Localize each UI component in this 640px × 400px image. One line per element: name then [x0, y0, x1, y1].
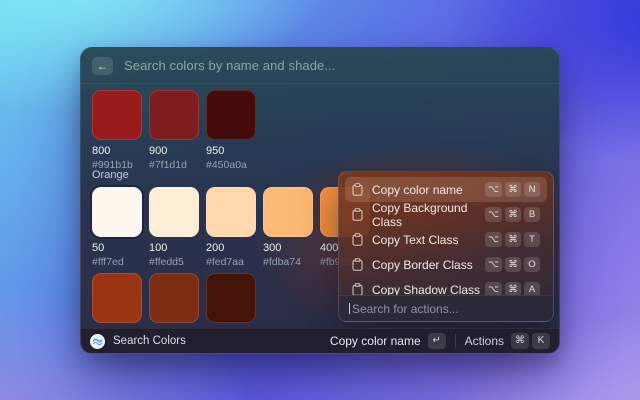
letter-key: B — [524, 207, 540, 222]
footer-divider — [455, 334, 456, 348]
shade-label: 200 — [206, 242, 256, 254]
letter-key: N — [524, 182, 540, 197]
hex-label: #fdba74 — [263, 256, 313, 268]
window-footer: Search Colors Copy color name ↵ Actions … — [81, 328, 559, 353]
menu-item-copy-text-class[interactable]: Copy Text Class ⌥ ⌘ T — [345, 227, 547, 252]
shade-label: 50 — [92, 242, 142, 254]
command-key: ⌘ — [505, 207, 521, 222]
color-swatch-orange-300[interactable] — [263, 187, 313, 237]
option-key: ⌥ — [485, 232, 502, 247]
hex-label: #ffedd5 — [149, 256, 199, 268]
menu-item-label: Copy Border Class — [372, 258, 473, 272]
shade-label: 900 — [149, 145, 199, 157]
return-key-icon: ↵ — [428, 333, 446, 349]
search-input[interactable]: Search colors by name and shade... — [124, 58, 336, 73]
command-key: ⌘ — [505, 232, 521, 247]
actions-search-input[interactable]: Search for actions... — [352, 302, 459, 316]
shade-label: 300 — [263, 242, 313, 254]
footer-actions: Copy color name ↵ Actions ⌘ K — [330, 333, 550, 349]
color-swatch-cell — [149, 273, 199, 323]
shortcut-keys: ⌥ ⌘ T — [485, 232, 540, 247]
color-swatch-cell: 100 #ffedd5 — [149, 187, 199, 268]
search-colors-window: ← Search colors by name and shade... 800… — [80, 47, 560, 354]
menu-item-label: Copy Text Class — [372, 233, 458, 247]
extension-identity: Search Colors — [90, 334, 186, 349]
shortcut-keys: ⌥ ⌘ O — [485, 257, 540, 272]
color-swatch-orange-900[interactable] — [149, 273, 199, 323]
k-key: K — [532, 333, 550, 349]
menu-item-copy-background-class[interactable]: Copy Background Class ⌥ ⌘ B — [345, 202, 547, 227]
search-header: ← Search colors by name and shade... — [81, 48, 559, 84]
color-swatch-red-800[interactable] — [92, 90, 142, 140]
color-swatch-cell: 900 #7f1d1d — [149, 90, 199, 171]
color-swatch-red-900[interactable] — [149, 90, 199, 140]
color-swatch-orange-800[interactable] — [92, 273, 142, 323]
color-swatch-orange-200[interactable] — [206, 187, 256, 237]
red-shades-row: 800 #991b1b 900 #7f1d1d 950 #450a0a — [92, 90, 263, 171]
hex-label: #7f1d1d — [149, 159, 199, 171]
actions-search-bar: Search for actions... — [339, 295, 553, 321]
color-swatch-cell — [206, 273, 256, 323]
app-name-label: Search Colors — [113, 335, 186, 347]
clipboard-icon — [352, 258, 363, 271]
clipboard-icon — [352, 233, 363, 246]
option-key: ⌥ — [485, 257, 502, 272]
actions-button[interactable]: Actions — [465, 334, 504, 348]
color-swatch-orange-100[interactable] — [149, 187, 199, 237]
letter-key: O — [524, 257, 540, 272]
shortcut-keys: ⌥ ⌘ N — [485, 182, 540, 197]
command-key: ⌘ — [505, 182, 521, 197]
color-swatch-orange-50-selected[interactable] — [92, 187, 142, 237]
color-swatch-cell — [92, 273, 142, 323]
clipboard-icon — [352, 183, 363, 196]
option-key: ⌥ — [485, 182, 502, 197]
color-swatch-orange-950[interactable] — [206, 273, 256, 323]
shade-label: 100 — [149, 242, 199, 254]
hex-label: #fff7ed — [92, 256, 142, 268]
hex-label: #450a0a — [206, 159, 256, 171]
actions-menu: Copy color name ⌥ ⌘ N Copy Background Cl… — [338, 171, 554, 322]
command-key: ⌘ — [511, 333, 529, 349]
color-swatch-red-950[interactable] — [206, 90, 256, 140]
color-swatch-cell: 50 #fff7ed — [92, 187, 142, 268]
clipboard-icon — [352, 208, 363, 221]
search-colors-logo-icon — [90, 334, 105, 349]
color-swatch-cell: 300 #fdba74 — [263, 187, 313, 268]
text-caret — [349, 303, 350, 314]
menu-item-label: Copy color name — [372, 183, 463, 197]
back-button[interactable]: ← — [92, 57, 113, 75]
back-arrow-icon: ← — [97, 59, 109, 73]
actions-shortcut: ⌘ K — [511, 333, 550, 349]
option-key: ⌥ — [485, 207, 502, 222]
color-swatch-cell: 200 #fed7aa — [206, 187, 256, 268]
color-swatch-cell: 950 #450a0a — [206, 90, 256, 171]
menu-item-copy-color-name[interactable]: Copy color name ⌥ ⌘ N — [345, 177, 547, 202]
command-key: ⌘ — [505, 257, 521, 272]
section-label-orange: Orange — [92, 169, 129, 181]
shade-label: 950 — [206, 145, 256, 157]
orange-light-shades-row: 50 #fff7ed 100 #ffedd5 200 #fed7aa 300 #… — [92, 187, 377, 268]
primary-action-button[interactable]: Copy color name — [330, 334, 421, 348]
orange-dark-shades-row — [92, 273, 263, 323]
menu-item-label: Copy Background Class — [372, 201, 485, 229]
shortcut-keys: ⌥ ⌘ B — [485, 207, 540, 222]
color-swatch-cell: 800 #991b1b — [92, 90, 142, 171]
shade-label: 800 — [92, 145, 142, 157]
desktop-background: ← Search colors by name and shade... 800… — [0, 0, 640, 400]
hex-label: #fed7aa — [206, 256, 256, 268]
menu-item-copy-border-class[interactable]: Copy Border Class ⌥ ⌘ O — [345, 252, 547, 277]
actions-menu-items: Copy color name ⌥ ⌘ N Copy Background Cl… — [339, 172, 553, 307]
letter-key: T — [524, 232, 540, 247]
